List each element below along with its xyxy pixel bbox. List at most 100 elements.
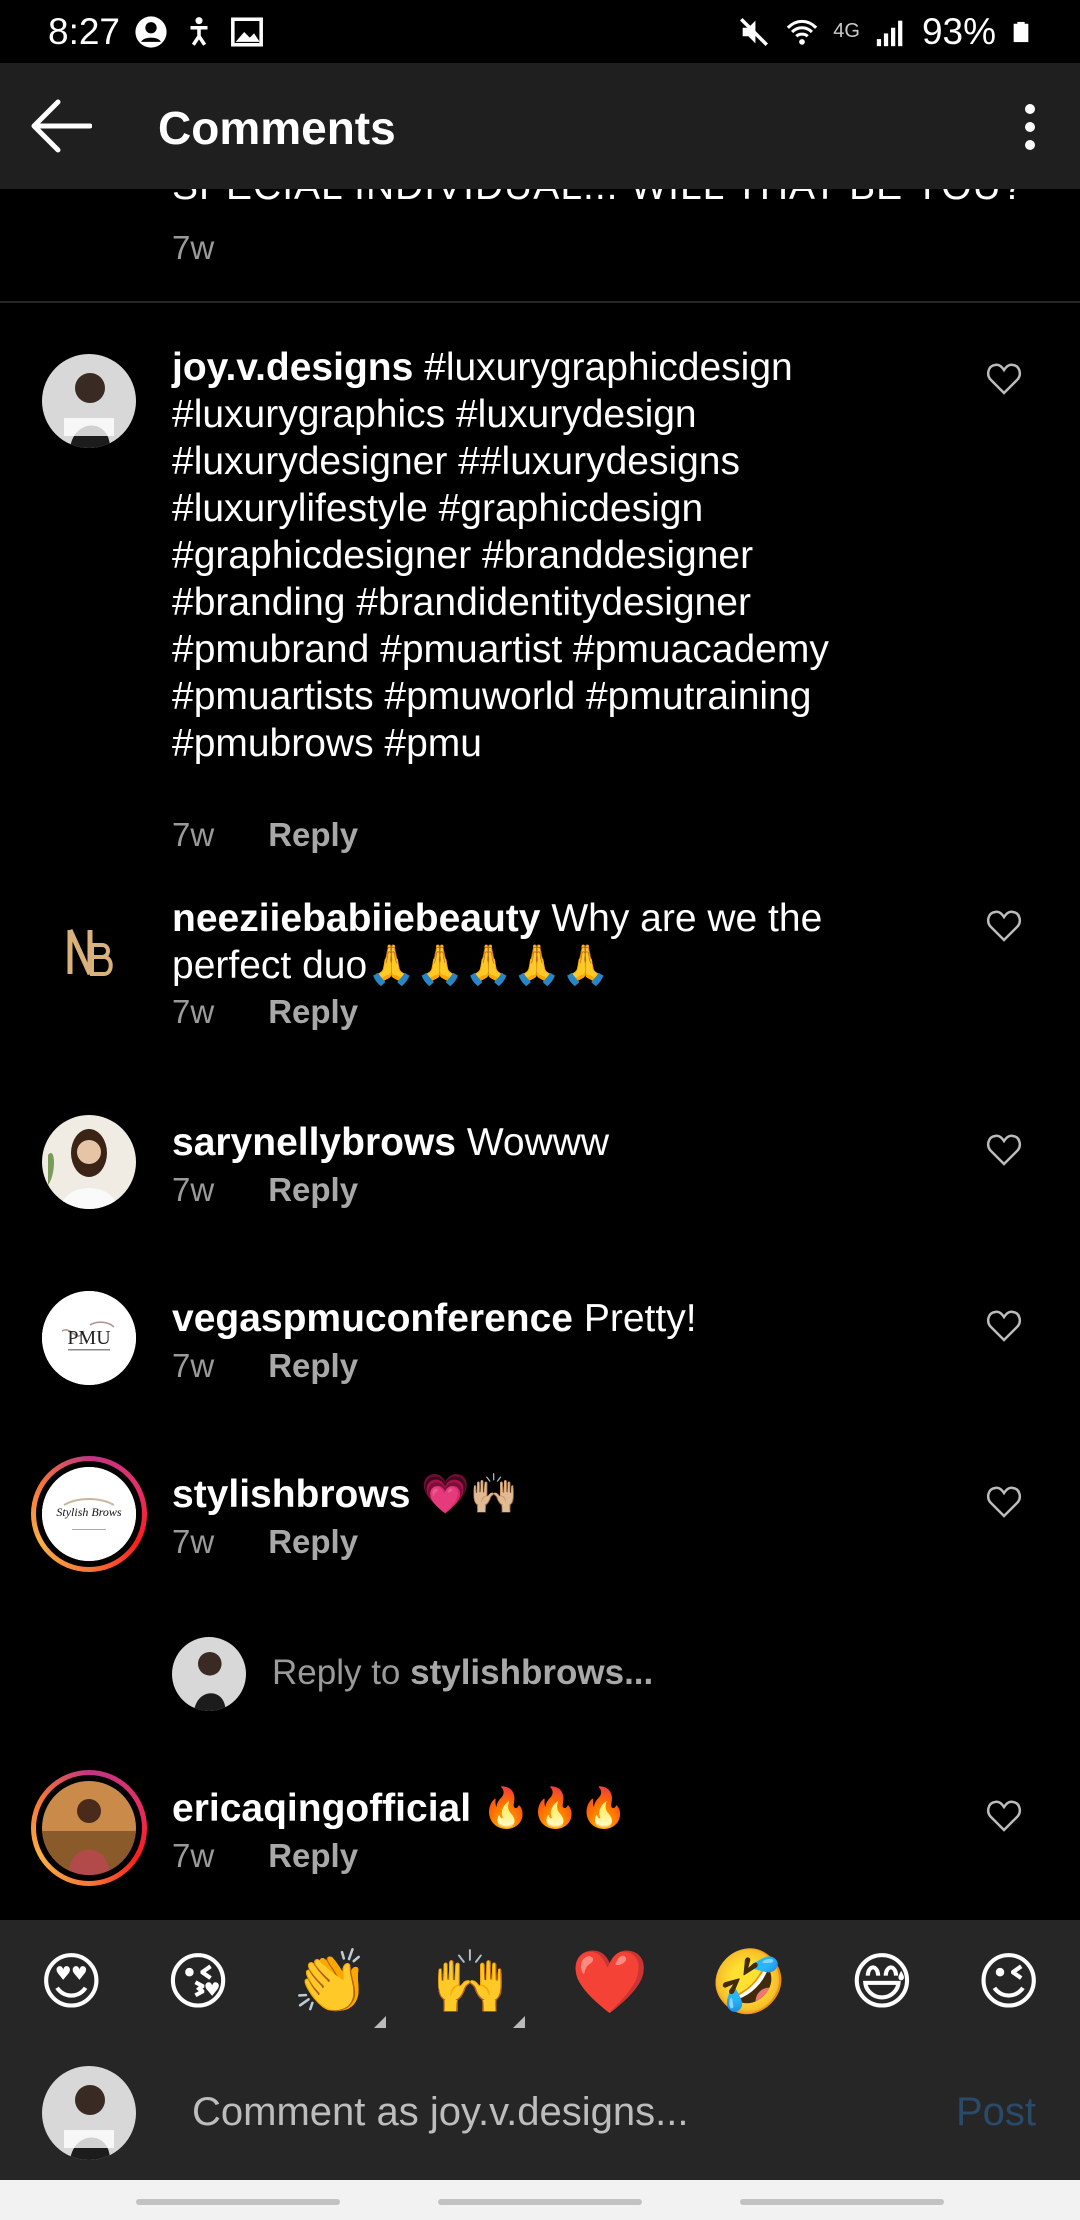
comment-text: Pretty! — [583, 1297, 697, 1340]
heart-icon[interactable] — [986, 909, 1022, 943]
avatar-logo-text: PMU — [67, 1327, 111, 1349]
comment-text: Wowww — [466, 1121, 610, 1164]
comment-time: 7w — [172, 816, 215, 853]
emoji-quick-bar: 😍 😘 👏 🙌 ❤️ 🤣 😅 😉 — [0, 1920, 1080, 2046]
comment-text-line: #luxurygraphics #luxurydesign — [172, 393, 697, 436]
avatar: Stylish Brows — [42, 1467, 136, 1561]
reply-button[interactable]: Reply — [268, 993, 358, 1031]
reply-button[interactable]: Reply — [268, 1837, 358, 1875]
skin-tone-caret-icon — [512, 2016, 525, 2028]
skin-tone-caret-icon — [373, 2016, 386, 2028]
wifi-icon — [786, 19, 818, 45]
comment-body: neeziiebabiiebeauty Why are we the perfe… — [172, 895, 952, 989]
emoji-clap[interactable]: 👏 — [292, 1948, 386, 2028]
emoji-heart-eyes[interactable]: 😍 — [39, 1948, 104, 2018]
reply-button[interactable]: Reply — [268, 1523, 358, 1561]
avatar — [42, 1781, 136, 1875]
heart-icon[interactable] — [986, 1799, 1022, 1833]
caption-time: 7w — [172, 229, 215, 266]
comment-body: stylishbrows 💗🙌🏼 — [172, 1471, 952, 1518]
avatar[interactable]: PMU — [42, 1291, 136, 1385]
emoji-glyph: 🙌 — [431, 1948, 509, 2017]
heart-icon[interactable] — [986, 362, 1022, 396]
heart-icon[interactable] — [986, 1133, 1022, 1167]
status-left: 8:27 — [48, 11, 264, 53]
comment-time: 7w — [172, 1171, 215, 1208]
signal-icon — [876, 20, 903, 46]
comment-body: joy.v.designs #luxurygraphicdesign #luxu… — [172, 344, 952, 767]
mute-icon — [740, 17, 769, 46]
comment-body: vegaspmuconference Pretty! — [172, 1295, 952, 1342]
comment-meta: 7w Reply — [172, 993, 358, 1031]
comment-text-line: #pmubrows #pmu — [172, 722, 482, 765]
reply-prompt-prefix: Reply to — [272, 1653, 411, 1692]
comment-input[interactable] — [190, 2089, 914, 2136]
network-type: 4G — [833, 20, 860, 42]
comment-username[interactable]: neeziiebabiiebeauty — [172, 897, 540, 940]
story-ring[interactable] — [31, 1770, 147, 1886]
comments-feed[interactable]: SPECIAL INDIVIDUAL... WILL THAT BE YOU? … — [0, 189, 1080, 1920]
emoji-glyph: 👏 — [292, 1948, 370, 2017]
emoji-raised-hands[interactable]: 🙌 — [431, 1948, 525, 2028]
reply-button[interactable]: Reply — [268, 1171, 358, 1209]
comment-time: 7w — [172, 1347, 215, 1384]
comment-username[interactable]: sarynellybrows — [172, 1121, 456, 1164]
comment-time: 7w — [172, 993, 215, 1030]
reply-to-prompt[interactable]: Reply to stylishbrows... — [172, 1637, 932, 1715]
comment-meta: 7w Reply — [172, 1171, 358, 1209]
comment-text-line: #pmuartists #pmuworld #pmutraining — [172, 675, 812, 718]
nav-recents[interactable] — [136, 2199, 340, 2205]
more-options-icon[interactable] — [1010, 99, 1050, 155]
comment-text-line: #luxurydesigner ##luxurydesigns — [172, 440, 740, 483]
comment-meta: 7w Reply — [172, 1523, 358, 1561]
emoji-kiss[interactable]: 😘 — [166, 1948, 231, 2018]
nav-home[interactable] — [438, 2199, 642, 2205]
reply-button[interactable]: Reply — [268, 1347, 358, 1385]
comment-time: 7w — [172, 1837, 215, 1874]
heart-icon[interactable] — [986, 1485, 1022, 1519]
emoji-rofl[interactable]: 🤣 — [710, 1948, 787, 2018]
status-time: 8:27 — [48, 10, 121, 52]
emoji-red-heart[interactable]: ❤️ — [571, 1948, 648, 2018]
comment-meta: 7w Reply — [172, 816, 358, 854]
system-nav-bar — [0, 2180, 1080, 2220]
comment-username[interactable]: stylishbrows — [172, 1473, 410, 1516]
account-icon — [135, 15, 167, 48]
comment-text: 💗🙌🏼 — [421, 1473, 519, 1516]
avatar[interactable] — [42, 905, 136, 999]
back-arrow-icon[interactable] — [28, 96, 92, 156]
nav-back[interactable] — [740, 2199, 944, 2205]
app-bar: Comments — [0, 63, 1080, 189]
comment-time: 7w — [172, 1523, 215, 1560]
avatar — [172, 1637, 246, 1711]
heart-icon[interactable] — [986, 1309, 1022, 1343]
comment-meta: 7w Reply — [172, 1837, 358, 1875]
comment-text: 🔥🔥🔥 — [481, 1787, 628, 1830]
avatar — [42, 2066, 136, 2160]
avatar[interactable] — [42, 354, 136, 448]
gallery-icon — [231, 16, 263, 47]
post-button[interactable]: Post — [956, 2090, 1036, 2135]
page-title: Comments — [158, 102, 396, 154]
emoji-wink[interactable]: 😉 — [976, 1948, 1041, 2018]
caption-divider — [0, 301, 1080, 303]
reply-prompt-target: stylishbrows... — [410, 1653, 654, 1692]
reply-button[interactable]: Reply — [268, 816, 358, 854]
comment-body: ericaqingofficial 🔥🔥🔥 — [172, 1785, 952, 1832]
story-ring[interactable]: Stylish Brows — [31, 1456, 147, 1572]
reply-prompt-text: Reply to stylishbrows... — [272, 1653, 653, 1693]
comment-username[interactable]: vegaspmuconference — [172, 1297, 573, 1340]
comment-text-line: #luxurylifestyle #graphicdesign — [172, 487, 704, 530]
comment-composer: Post — [0, 2046, 1080, 2180]
comment-username[interactable]: ericaqingofficial — [172, 1787, 471, 1830]
comment-meta: 7w Reply — [172, 1347, 358, 1385]
battery-icon — [1013, 21, 1029, 42]
avatar[interactable] — [42, 1115, 136, 1209]
accessibility-icon — [190, 16, 208, 46]
comment-username[interactable]: joy.v.designs — [172, 346, 413, 389]
comment-text-line: #luxurygraphicdesign — [424, 346, 793, 389]
emoji-sweat-smile[interactable]: 😅 — [850, 1948, 915, 2018]
status-bar: 8:27 4G 93% — [0, 0, 1080, 63]
comment-body: sarynellybrows Wowww — [172, 1119, 952, 1166]
avatar-logo-text: Stylish Brows — [56, 1505, 122, 1519]
